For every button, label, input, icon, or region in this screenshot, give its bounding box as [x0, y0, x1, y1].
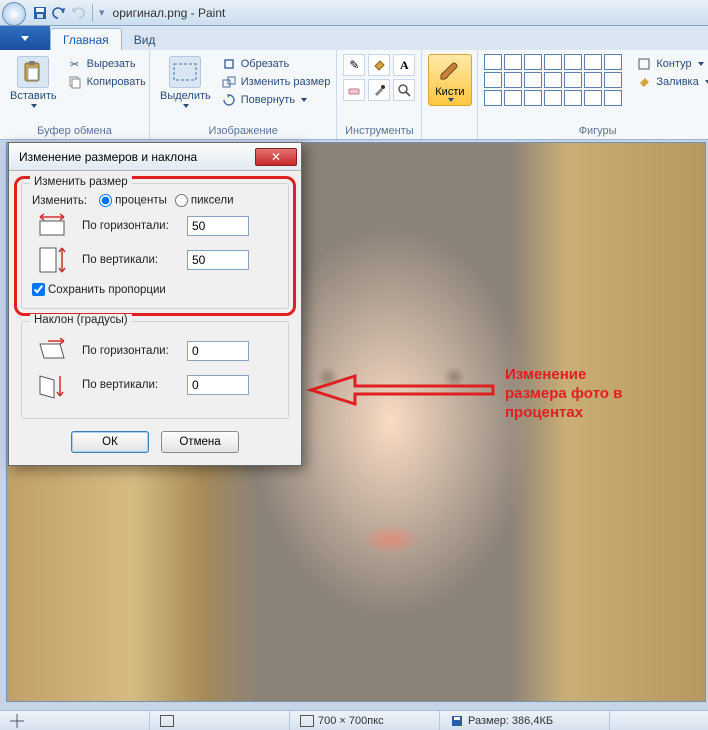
resize-horizontal-input[interactable] [187, 216, 249, 236]
group-brushes: Кисти [422, 50, 478, 139]
fill-label: Заливка [656, 76, 698, 88]
outline-label: Контур [656, 58, 691, 70]
group-shapes: Контур Заливка Фигуры [478, 50, 708, 139]
cut-label: Вырезать [87, 58, 136, 70]
copy-button[interactable]: Копировать [67, 74, 146, 90]
crop-button[interactable]: Обрезать [221, 56, 331, 72]
resize-label: Изменить размер [241, 76, 331, 88]
paste-button[interactable]: Вставить [6, 54, 61, 110]
selection-size-icon [160, 715, 174, 727]
skew-horizontal-input[interactable] [187, 341, 249, 361]
cursor-pos-icon [10, 714, 24, 728]
resize-icon [221, 74, 237, 90]
cancel-button[interactable]: Отмена [161, 431, 239, 453]
shapes-gallery[interactable] [484, 54, 624, 106]
cut-button[interactable]: ✂ Вырезать [67, 56, 146, 72]
ribbon-tab-row: Главная Вид [0, 26, 708, 50]
dialog-titlebar[interactable]: Изменение размеров и наклона ✕ [9, 143, 301, 171]
skew-h-label: По горизонтали: [82, 345, 177, 357]
file-size-icon [450, 714, 464, 728]
skew-fieldset: Наклон (градусы) По горизонтали: По верт… [21, 321, 289, 419]
zoom-tool[interactable] [393, 79, 415, 101]
keep-ratio-checkbox[interactable]: Сохранить пропорции [32, 284, 166, 296]
window-title: оригинал.png - Paint [113, 6, 226, 20]
undo-icon[interactable] [51, 5, 67, 21]
shape-fill-button[interactable]: Заливка [636, 74, 708, 90]
group-clipboard: Вставить ✂ Вырезать Копировать Буфер обм… [0, 50, 150, 139]
radio-pixels[interactable]: пиксели [175, 194, 234, 207]
ok-button[interactable]: ОК [71, 431, 149, 453]
crop-icon [221, 56, 237, 72]
skew-vertical-icon [32, 370, 72, 400]
group-clipboard-label: Буфер обмена [6, 125, 143, 137]
skew-v-label: По вертикали: [82, 379, 177, 391]
brushes-button[interactable]: Кисти [428, 54, 471, 106]
save-icon[interactable] [32, 5, 48, 21]
rotate-icon [221, 92, 237, 108]
resize-legend: Изменить размер [30, 176, 132, 188]
redo-icon[interactable] [70, 5, 86, 21]
brush-icon [436, 58, 464, 86]
crop-label: Обрезать [241, 58, 290, 70]
shape-outline-button[interactable]: Контур [636, 56, 708, 72]
annotation-text: Изменение размера фото в процентах [505, 366, 622, 422]
outline-icon [636, 56, 652, 72]
group-tools: ✎ A Инструменты [337, 50, 422, 139]
ribbon: Вставить ✂ Вырезать Копировать Буфер обм… [0, 50, 708, 140]
titlebar: ▾ оригинал.png - Paint [0, 0, 708, 26]
group-image: Выделить Обрезать Изменить размер [150, 50, 337, 139]
radio-percent[interactable]: проценты [99, 194, 167, 207]
skew-vertical-input[interactable] [187, 375, 249, 395]
dialog-close-button[interactable]: ✕ [255, 148, 297, 166]
cut-icon: ✂ [67, 56, 83, 72]
resize-horizontal-icon [32, 213, 72, 239]
group-tools-label: Инструменты [343, 125, 415, 137]
skew-legend: Наклон (градусы) [30, 314, 132, 326]
statusbar: 700 × 700пкс Размер: 386,4КБ [0, 710, 708, 730]
skew-horizontal-icon [32, 338, 72, 364]
group-brushes-label [428, 125, 471, 137]
rotate-button[interactable]: Повернуть [221, 92, 331, 108]
resize-by-label: Изменить: [32, 195, 87, 207]
paint-orb-icon[interactable] [2, 2, 26, 26]
paste-label: Вставить [10, 90, 57, 102]
resize-h-label: По горизонтали: [82, 220, 177, 232]
select-icon [169, 56, 201, 88]
tab-home[interactable]: Главная [50, 28, 122, 50]
resize-vertical-icon [32, 245, 72, 275]
text-tool[interactable]: A [393, 54, 415, 76]
tab-view[interactable]: Вид [122, 29, 168, 50]
resize-fieldset: Изменить размер Изменить: проценты пиксе… [21, 183, 289, 309]
select-label: Выделить [160, 90, 211, 102]
fill-icon [636, 74, 652, 90]
radio-pixels-input[interactable] [175, 194, 188, 207]
resize-skew-dialog: Изменение размеров и наклона ✕ Изменить … [8, 142, 302, 466]
resize-v-label: По вертикали: [82, 254, 177, 266]
resize-vertical-input[interactable] [187, 250, 249, 270]
file-size-text: Размер: 386,4КБ [468, 715, 553, 727]
group-shapes-label: Фигуры [484, 125, 708, 137]
select-button[interactable]: Выделить [156, 54, 215, 110]
eraser-tool[interactable] [343, 79, 365, 101]
qat-customize-icon[interactable]: ▾ [99, 6, 105, 19]
copy-icon [67, 74, 83, 90]
qat-separator [92, 4, 93, 22]
picker-tool[interactable] [368, 79, 390, 101]
dialog-title: Изменение размеров и наклона [19, 150, 197, 164]
canvas-size-text: 700 × 700пкс [318, 715, 384, 727]
resize-button[interactable]: Изменить размер [221, 74, 331, 90]
rotate-label: Повернуть [241, 94, 295, 106]
group-image-label: Изображение [156, 125, 330, 137]
file-tab[interactable] [0, 26, 50, 50]
canvas-size-icon [300, 715, 314, 727]
fill-tool[interactable] [368, 54, 390, 76]
keep-ratio-input[interactable] [32, 283, 45, 296]
radio-percent-input[interactable] [99, 194, 112, 207]
paste-icon [17, 56, 49, 88]
pencil-tool[interactable]: ✎ [343, 54, 365, 76]
brushes-label: Кисти [435, 86, 464, 98]
annotation-arrow-icon [305, 370, 495, 410]
copy-label: Копировать [87, 76, 146, 88]
